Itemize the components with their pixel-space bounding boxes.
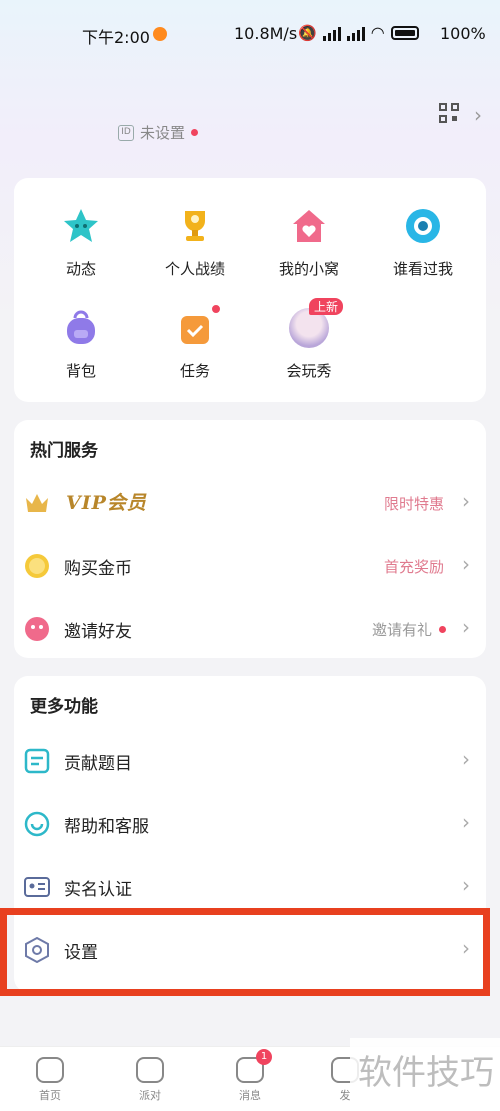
section-title: 热门服务: [30, 441, 98, 461]
message-icon: 1: [236, 1049, 272, 1083]
task-bag-icon: [175, 304, 221, 348]
grid-item-label: 会玩秀: [286, 362, 332, 380]
row-label: 帮助和客服: [64, 817, 149, 837]
battery-icon: [390, 25, 419, 40]
id-card-icon: [24, 877, 50, 897]
contribute-questions-row[interactable]: 贡献题目 ›: [14, 730, 486, 792]
signal-icon-2: [346, 25, 365, 41]
eye-icon: [403, 206, 443, 246]
profile-id-row[interactable]: ID 未设置: [118, 122, 199, 143]
row-right-text: 邀请有礼: [371, 621, 432, 639]
grid-item-label: 我的小窝: [278, 260, 339, 278]
party-house-icon: [136, 1057, 164, 1083]
new-badge: 上新: [309, 298, 344, 315]
network-speed: 10.8M/s: [234, 24, 298, 43]
grid-item-label: 任务: [179, 362, 210, 380]
row-label: 邀请好友: [64, 622, 132, 642]
chevron-right-icon: ›: [462, 615, 470, 639]
nav-label: 消息: [239, 1089, 261, 1102]
grid-item-label: 谁看过我: [392, 260, 453, 278]
house-icon: [289, 206, 329, 246]
nav-label: 发: [339, 1089, 351, 1102]
quick-access-card: 动态 个人战绩 我的小窝 谁看过我 背包 任务 上新 会玩秀: [14, 178, 486, 402]
battery-percent: 100%: [440, 24, 486, 43]
grid-item-dynamic[interactable]: 动态: [22, 206, 140, 279]
nav-label: 派对: [139, 1089, 161, 1102]
document-icon: [24, 748, 50, 774]
vip-label: VIP会员: [66, 492, 147, 514]
hot-services-card: 热门服务 VIP会员 限时特惠 › 购买金币 首充奖励 › 邀请好友 邀请有礼 …: [14, 420, 486, 658]
row-label: 贡献题目: [64, 754, 132, 774]
crown-icon: [26, 494, 48, 512]
section-title: 更多功能: [30, 697, 98, 717]
chevron-right-icon: ›: [462, 489, 470, 513]
buy-coins-row[interactable]: 购买金币 首充奖励 ›: [14, 535, 486, 597]
grid-item-label: 个人战绩: [164, 260, 225, 278]
nav-messages[interactable]: 1 消息: [220, 1049, 280, 1103]
status-time: 下午2:00: [82, 28, 150, 47]
wifi-icon: ◠: [370, 23, 385, 42]
backpack-icon: [61, 308, 101, 348]
qr-code-icon[interactable]: [439, 103, 461, 125]
highlight-frame: [0, 908, 490, 996]
chevron-right-icon: ›: [462, 873, 470, 897]
notification-icon: [153, 27, 167, 41]
red-dot-indicator: [191, 129, 199, 136]
mute-icon: 🔕: [298, 23, 317, 42]
invite-friends-row[interactable]: 邀请好友 邀请有礼 ›: [14, 598, 486, 660]
chevron-right-icon[interactable]: ›: [474, 103, 482, 127]
grid-item-backpack[interactable]: 背包: [22, 308, 140, 381]
nav-party[interactable]: 派对: [120, 1057, 180, 1103]
help-support-row[interactable]: 帮助和客服 ›: [14, 793, 486, 855]
watermark: 软件技巧: [350, 1038, 500, 1108]
status-icons: 🔕 ◠: [298, 23, 419, 42]
unread-badge: 1: [256, 1049, 272, 1065]
nav-home[interactable]: 首页: [20, 1057, 80, 1103]
chevron-right-icon: ›: [462, 747, 470, 771]
row-label: 实名认证: [64, 880, 132, 900]
row-right-text: 限时特惠: [383, 495, 444, 513]
trophy-icon: [175, 206, 215, 246]
grid-item-record[interactable]: 个人战绩: [136, 206, 254, 279]
grid-item-home[interactable]: 我的小窝: [250, 206, 368, 279]
nav-label: 首页: [39, 1089, 61, 1102]
id-status: 未设置: [140, 124, 186, 142]
red-dot-indicator: [439, 626, 446, 633]
star-face-icon: [61, 206, 101, 246]
grid-item-label: 动态: [65, 260, 96, 278]
row-label: 购买金币: [64, 559, 132, 579]
red-dot-indicator: [211, 304, 221, 314]
avatar-icon: 上新: [289, 298, 344, 348]
signal-icon: [322, 25, 341, 41]
support-chat-icon: [24, 811, 50, 837]
grid-item-tasks[interactable]: 任务: [136, 304, 254, 381]
grid-item-visitors[interactable]: 谁看过我: [364, 206, 482, 279]
vip-row[interactable]: VIP会员 限时特惠 ›: [14, 472, 486, 534]
gamepad-icon: [36, 1057, 64, 1083]
grid-item-label: 背包: [65, 362, 96, 380]
status-bar: 下午2:00 10.8M/s 🔕 ◠ 100%: [0, 0, 500, 70]
coin-icon: [25, 554, 49, 578]
id-icon: ID: [118, 124, 134, 141]
chevron-right-icon: ›: [462, 552, 470, 576]
grid-item-show[interactable]: 上新 会玩秀: [250, 298, 368, 381]
row-right-text: 首充奖励: [383, 558, 444, 576]
chevron-right-icon: ›: [462, 810, 470, 834]
invite-face-icon: [25, 617, 49, 641]
